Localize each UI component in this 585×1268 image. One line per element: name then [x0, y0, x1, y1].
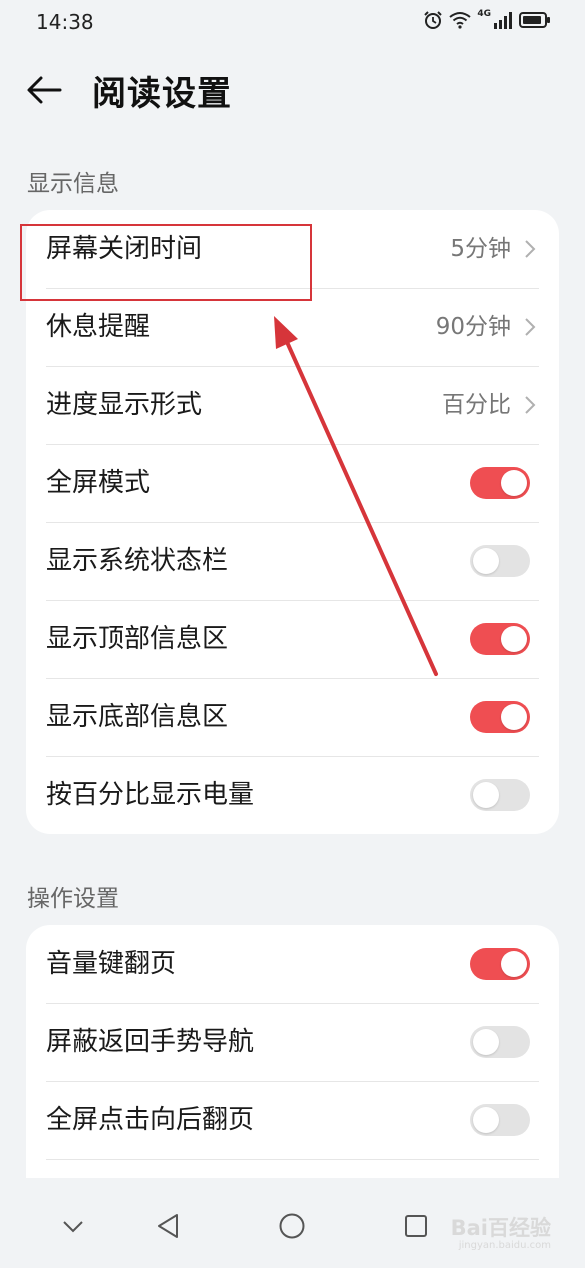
setting-row-volume-key-page-turn: 音量键翻页: [26, 925, 559, 1003]
setting-value: 百分比: [442, 392, 511, 418]
network-type-label: 4G: [477, 9, 491, 19]
status-bar: 14:38 4G: [0, 0, 585, 44]
setting-row-fullscreen-mode: 全屏模式: [26, 444, 559, 522]
section-title-operation: 操作设置: [27, 886, 119, 912]
setting-row-tap-to-next-page: 全屏点击向后翻页: [26, 1081, 559, 1159]
toggle-switch[interactable]: [470, 1026, 530, 1058]
setting-row-bottom-info-area: 显示底部信息区: [26, 678, 559, 756]
setting-label: 显示顶部信息区: [46, 624, 229, 654]
nav-home-button[interactable]: [272, 1206, 312, 1246]
battery-icon: [519, 12, 550, 28]
signal-icon: [494, 12, 512, 29]
setting-label: 显示底部信息区: [46, 702, 229, 732]
nav-collapse-button[interactable]: [53, 1206, 93, 1246]
recents-square-icon: [405, 1215, 427, 1237]
toggle-switch[interactable]: [470, 467, 530, 499]
chevron-right-icon: [525, 318, 536, 336]
setting-value: 90分钟: [435, 314, 511, 340]
back-button[interactable]: [22, 68, 66, 112]
section-title-display: 显示信息: [27, 171, 119, 197]
toggle-knob: [473, 782, 499, 808]
setting-value: 5分钟: [450, 236, 511, 262]
status-time: 14:38: [36, 10, 94, 34]
toggle-knob: [501, 626, 527, 652]
status-icons: 4G: [423, 10, 551, 30]
watermark-logo: Bai百经验: [450, 1216, 551, 1240]
toggle-knob: [501, 704, 527, 730]
setting-label: 按百分比显示电量: [46, 780, 255, 810]
setting-label: 屏蔽返回手势导航: [46, 1027, 255, 1057]
operation-settings-card: 音量键翻页 屏蔽返回手势导航 全屏点击向后翻页: [26, 925, 559, 1178]
toggle-switch[interactable]: [470, 545, 530, 577]
setting-row-block-back-gesture: 屏蔽返回手势导航: [26, 1003, 559, 1081]
setting-row-screen-off-time[interactable]: 屏幕关闭时间 5分钟: [26, 210, 559, 288]
toggle-switch[interactable]: [470, 623, 530, 655]
watermark-url: jingyan.baidu.com: [458, 1240, 551, 1251]
page-header: 阅读设置: [0, 56, 585, 122]
setting-label: 进度显示形式: [46, 390, 203, 420]
chevron-right-icon: [525, 396, 536, 414]
back-triangle-icon: [158, 1214, 178, 1238]
toggle-knob: [473, 1107, 499, 1133]
toggle-switch[interactable]: [470, 701, 530, 733]
chevron-down-icon: [63, 1221, 83, 1233]
nav-back-button[interactable]: [148, 1206, 188, 1246]
page-title: 阅读设置: [92, 74, 232, 114]
toggle-knob: [501, 470, 527, 496]
wifi-icon: [449, 12, 471, 29]
setting-label: 音量键翻页: [46, 949, 177, 979]
setting-label: 休息提醒: [46, 312, 151, 342]
home-circle-icon: [279, 1213, 305, 1239]
toggle-knob: [501, 951, 527, 977]
display-settings-card: 屏幕关闭时间 5分钟 休息提醒 90分钟 进度显示形式 百分比 全屏模式 显示系…: [26, 210, 559, 834]
setting-label: 显示系统状态栏: [46, 546, 229, 576]
setting-row-progress-format[interactable]: 进度显示形式 百分比: [26, 366, 559, 444]
chevron-right-icon: [525, 240, 536, 258]
setting-label: 全屏点击向后翻页: [46, 1105, 255, 1135]
arrow-left-icon: [27, 76, 62, 104]
setting-row-battery-percentage: 按百分比显示电量: [26, 756, 559, 834]
toggle-switch[interactable]: [470, 779, 530, 811]
setting-row-rest-reminder[interactable]: 休息提醒 90分钟: [26, 288, 559, 366]
setting-label: 全屏模式: [46, 468, 151, 498]
toggle-knob: [473, 1029, 499, 1055]
toggle-knob: [473, 548, 499, 574]
setting-label: 屏幕关闭时间: [46, 234, 203, 264]
nav-recents-button[interactable]: [396, 1206, 436, 1246]
alarm-icon: [424, 11, 443, 29]
toggle-switch[interactable]: [470, 1104, 530, 1136]
toggle-switch[interactable]: [470, 948, 530, 980]
setting-row-top-info-area: 显示顶部信息区: [26, 600, 559, 678]
setting-row-partial: [26, 1159, 559, 1178]
setting-row-system-status-bar: 显示系统状态栏: [26, 522, 559, 600]
